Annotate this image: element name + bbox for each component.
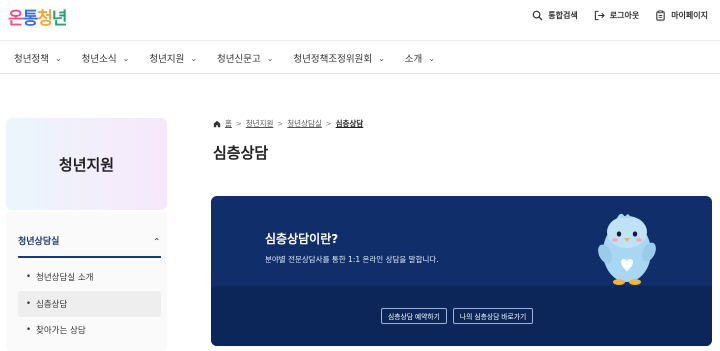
gnb-item-label: 소개: [404, 54, 423, 65]
gnb-item-label: 청년신문고: [217, 54, 261, 65]
logout-icon: [594, 10, 605, 21]
sidebar-menu: 청년상담실 ⌄ • 청년상담실 소개 • 심층상담 • 찾아가는 상담: [6, 212, 167, 351]
reserve-counsel-button[interactable]: 심층상담 예약하기: [381, 308, 447, 324]
breadcrumb: 홈 > 청년지원 > 청년상담실 > 심층상담: [213, 118, 363, 129]
intro-banner: 심층상담이란? 분야별 전문상담사를 통한 1:1 온라인 상담을 말합니다. …: [211, 196, 712, 346]
gnb-item-label: 청년정책: [14, 54, 49, 65]
breadcrumb-separator: >: [235, 119, 242, 128]
sidebar-item-counsel-intro[interactable]: • 청년상담실 소개: [18, 264, 161, 290]
chevron-down-icon: ⌄: [190, 53, 198, 63]
breadcrumb-item[interactable]: 청년지원: [246, 118, 274, 129]
sidebar-item-deep-counsel[interactable]: • 심층상담: [18, 291, 161, 317]
logo-char: 온: [8, 9, 24, 29]
mascot-illustration: [598, 213, 656, 285]
chevron-down-icon: ⌄: [54, 53, 62, 63]
mypage-icon: [656, 10, 665, 21]
logo-char: 년: [51, 9, 68, 29]
breadcrumb-home[interactable]: 홈: [225, 118, 232, 129]
banner-title: 심층상담이란?: [265, 232, 339, 246]
breadcrumb-separator: >: [325, 119, 332, 128]
mypage-link[interactable]: 마이페이지: [655, 10, 708, 21]
sidebar-title: 청년지원: [58, 156, 115, 174]
logo-char: 청: [37, 9, 53, 29]
breadcrumb-current: 심층상담: [335, 119, 364, 128]
sidebar-item-visiting-counsel[interactable]: • 찾아가는 상담: [18, 317, 161, 343]
search-link[interactable]: 통합검색: [532, 10, 578, 21]
chevron-down-icon: ⌄: [428, 53, 435, 63]
page-title: 심층상담: [213, 144, 269, 162]
chevron-up-icon: ⌄: [153, 235, 161, 245]
gnb-item-label: 청년정책조정위원회: [293, 54, 373, 65]
sidebar-item-label: 찾아가는 상담: [36, 326, 86, 336]
sidebar-item-label: 심층상담: [36, 300, 68, 310]
gnb-item-support[interactable]: 청년지원 ⌄: [149, 51, 198, 66]
mypage-link-label: 마이페이지: [671, 11, 708, 20]
chevron-down-icon: ⌄: [122, 53, 130, 63]
breadcrumb-separator: >: [277, 119, 284, 128]
site-logo[interactable]: 온통청년: [8, 4, 68, 29]
gnb-item-committee[interactable]: 청년정책조정위원회 ⌄: [293, 51, 385, 66]
breadcrumb-item[interactable]: 청년상담실: [287, 118, 322, 129]
chevron-down-icon: ⌄: [378, 53, 385, 63]
search-icon: [532, 10, 543, 21]
sidebar-section-toggle[interactable]: 청년상담실 ⌄: [18, 228, 161, 258]
sidebar-hero: 청년지원: [6, 118, 167, 210]
my-counsel-button[interactable]: 나의 심층상담 바로가기: [452, 308, 534, 324]
banner-actions: 심층상담 예약하기 나의 심층상담 바로가기: [381, 308, 534, 324]
logout-link-label: 로그아웃: [609, 11, 640, 20]
sidebar-section-label: 청년상담실: [18, 236, 60, 247]
bullet-icon: •: [26, 299, 32, 309]
gnb-item-petition[interactable]: 청년신문고 ⌄: [217, 51, 274, 66]
logo-char: 통: [22, 9, 39, 29]
bullet-icon: •: [26, 272, 32, 282]
gnb-item-news[interactable]: 청년소식 ⌄: [81, 51, 130, 66]
logout-link[interactable]: 로그아웃: [594, 10, 639, 21]
site-header: 온통청년 통합검색 로그아웃 마이페이지: [0, 0, 720, 40]
gnb-item-policy[interactable]: 청년정책 ⌄: [14, 51, 62, 66]
utility-menu: 통합검색 로그아웃 마이페이지: [532, 10, 708, 21]
gnb-item-about[interactable]: 소개 ⌄: [404, 51, 435, 66]
chevron-down-icon: ⌄: [266, 53, 274, 63]
home-icon[interactable]: [213, 120, 221, 128]
sidebar-item-label: 청년상담실 소개: [36, 273, 94, 283]
bullet-icon: •: [26, 325, 32, 335]
gnb-item-label: 청년지원: [149, 54, 185, 65]
gnb-item-label: 청년소식: [81, 54, 117, 65]
search-link-label: 통합검색: [548, 11, 578, 20]
main-navigation: 청년정책 ⌄ 청년소식 ⌄ 청년지원 ⌄ 청년신문고 ⌄ 청년정책조정위원회 ⌄ 소개 ⌄: [0, 40, 720, 74]
banner-description: 분야별 전문상담사를 통한 1:1 온라인 상담을 말합니다.: [265, 255, 439, 264]
